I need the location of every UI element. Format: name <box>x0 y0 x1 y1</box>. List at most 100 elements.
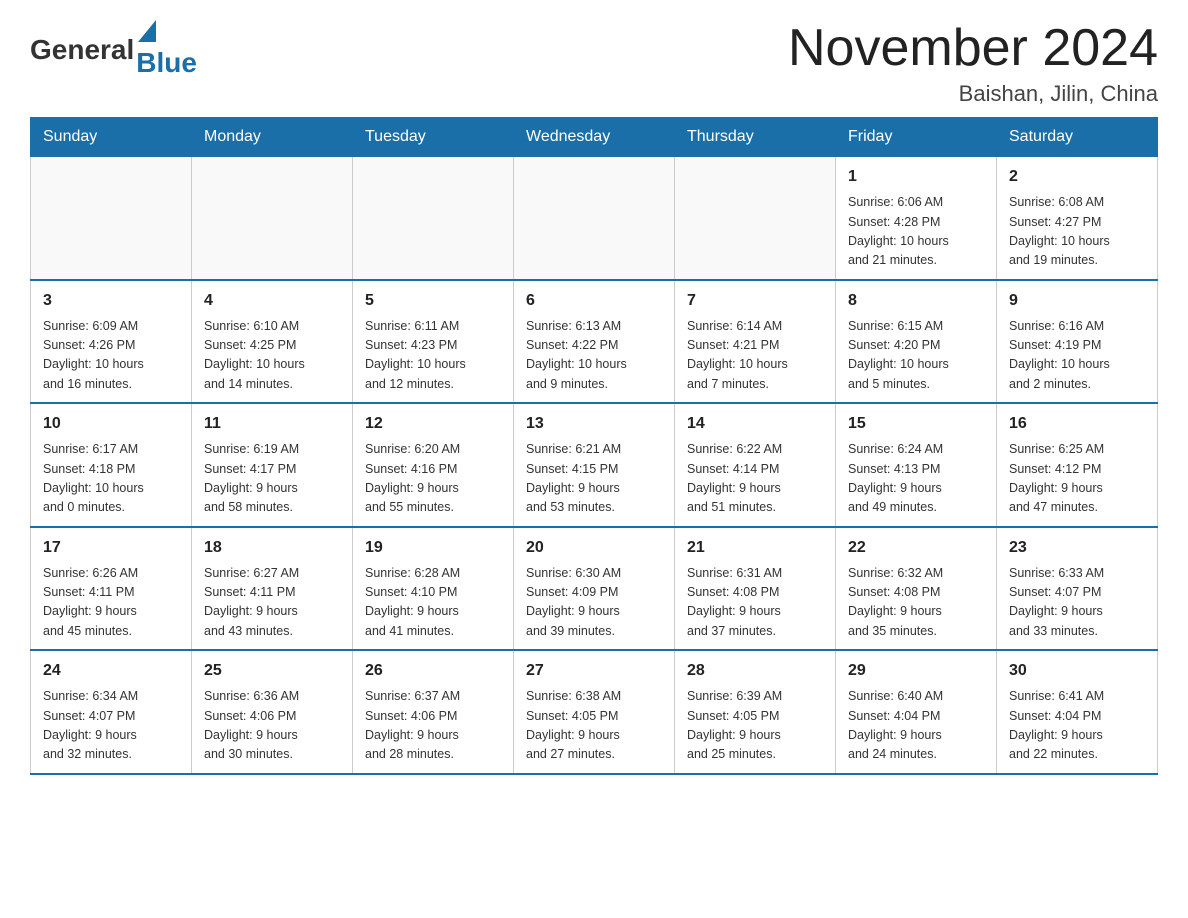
day-number: 3 <box>43 289 179 313</box>
day-number: 20 <box>526 536 662 560</box>
logo-general-text: General <box>30 34 134 66</box>
calendar-week-row: 1 Sunrise: 6:06 AM Sunset: 4:28 PM Daylig… <box>31 157 1158 280</box>
page-header: General Blue November 2024 Baishan, Jili… <box>30 20 1158 107</box>
calendar-body: 1 Sunrise: 6:06 AM Sunset: 4:28 PM Daylig… <box>31 157 1158 774</box>
day-number: 25 <box>204 659 340 683</box>
weekday-header-thursday: Thursday <box>675 118 836 157</box>
calendar-cell: 9 Sunrise: 6:16 AM Sunset: 4:19 PM Daylig… <box>997 280 1158 404</box>
calendar-cell: 5Sunrise: 6:11 AM Sunset: 4:23 PM Daylig… <box>353 280 514 404</box>
calendar-cell: 2Sunrise: 6:08 AM Sunset: 4:27 PM Daylig… <box>997 157 1158 280</box>
day-number: 28 <box>687 659 823 683</box>
calendar-cell: 6 Sunrise: 6:13 AM Sunset: 4:22 PM Daylig… <box>514 280 675 404</box>
calendar-table: SundayMondayTuesdayWednesdayThursdayFrid… <box>30 117 1158 775</box>
calendar-cell: 29 Sunrise: 6:40 AM Sunset: 4:04 PM Dayli… <box>836 650 997 774</box>
day-number: 21 <box>687 536 823 560</box>
calendar-cell: 27 Sunrise: 6:38 AM Sunset: 4:05 PM Dayli… <box>514 650 675 774</box>
day-info: Sunrise: 6:38 AM Sunset: 4:05 PM Dayligh… <box>526 687 662 765</box>
calendar-cell: 14 Sunrise: 6:22 AM Sunset: 4:14 PM Dayli… <box>675 403 836 527</box>
logo: General Blue <box>30 20 197 79</box>
calendar-cell: 19 Sunrise: 6:28 AM Sunset: 4:10 PM Dayli… <box>353 527 514 651</box>
day-info: Sunrise: 6:13 AM Sunset: 4:22 PM Dayligh… <box>526 317 662 395</box>
day-info: Sunrise: 6:09 AM Sunset: 4:26 PM Dayligh… <box>43 317 179 395</box>
calendar-cell: 28 Sunrise: 6:39 AM Sunset: 4:05 PM Dayli… <box>675 650 836 774</box>
weekday-header-row: SundayMondayTuesdayWednesdayThursdayFrid… <box>31 118 1158 157</box>
day-number: 29 <box>848 659 984 683</box>
day-info: Sunrise: 6:34 AM Sunset: 4:07 PM Dayligh… <box>43 687 179 765</box>
calendar-week-row: 10 Sunrise: 6:17 AM Sunset: 4:18 PM Dayli… <box>31 403 1158 527</box>
day-number: 9 <box>1009 289 1145 313</box>
day-info: Sunrise: 6:39 AM Sunset: 4:05 PM Dayligh… <box>687 687 823 765</box>
day-number: 4 <box>204 289 340 313</box>
day-number: 11 <box>204 412 340 436</box>
logo-blue-text: Blue <box>136 47 197 79</box>
day-number: 14 <box>687 412 823 436</box>
day-info: Sunrise: 6:33 AM Sunset: 4:07 PM Dayligh… <box>1009 564 1145 642</box>
day-info: Sunrise: 6:36 AM Sunset: 4:06 PM Dayligh… <box>204 687 340 765</box>
day-info: Sunrise: 6:28 AM Sunset: 4:10 PM Dayligh… <box>365 564 501 642</box>
weekday-header-friday: Friday <box>836 118 997 157</box>
calendar-cell: 12 Sunrise: 6:20 AM Sunset: 4:16 PM Dayli… <box>353 403 514 527</box>
day-number: 24 <box>43 659 179 683</box>
calendar-cell: 13 Sunrise: 6:21 AM Sunset: 4:15 PM Dayli… <box>514 403 675 527</box>
day-number: 5 <box>365 289 501 313</box>
day-number: 30 <box>1009 659 1145 683</box>
calendar-cell: 7Sunrise: 6:14 AM Sunset: 4:21 PM Daylig… <box>675 280 836 404</box>
day-info: Sunrise: 6:06 AM Sunset: 4:28 PM Dayligh… <box>848 193 984 271</box>
day-number: 12 <box>365 412 501 436</box>
day-number: 13 <box>526 412 662 436</box>
day-info: Sunrise: 6:22 AM Sunset: 4:14 PM Dayligh… <box>687 440 823 518</box>
calendar-cell: 21Sunrise: 6:31 AM Sunset: 4:08 PM Dayli… <box>675 527 836 651</box>
calendar-cell <box>192 157 353 280</box>
day-info: Sunrise: 6:16 AM Sunset: 4:19 PM Dayligh… <box>1009 317 1145 395</box>
day-info: Sunrise: 6:17 AM Sunset: 4:18 PM Dayligh… <box>43 440 179 518</box>
calendar-cell: 10 Sunrise: 6:17 AM Sunset: 4:18 PM Dayli… <box>31 403 192 527</box>
calendar-cell: 15 Sunrise: 6:24 AM Sunset: 4:13 PM Dayli… <box>836 403 997 527</box>
logo-blue-part: Blue <box>136 20 197 79</box>
calendar-week-row: 3 Sunrise: 6:09 AM Sunset: 4:26 PM Daylig… <box>31 280 1158 404</box>
day-number: 26 <box>365 659 501 683</box>
title-block: November 2024 Baishan, Jilin, China <box>788 20 1158 107</box>
day-number: 7 <box>687 289 823 313</box>
calendar-cell <box>31 157 192 280</box>
weekday-header-monday: Monday <box>192 118 353 157</box>
day-info: Sunrise: 6:26 AM Sunset: 4:11 PM Dayligh… <box>43 564 179 642</box>
calendar-cell: 18Sunrise: 6:27 AM Sunset: 4:11 PM Dayli… <box>192 527 353 651</box>
weekday-header-sunday: Sunday <box>31 118 192 157</box>
logo-triangle-icon <box>138 20 156 42</box>
day-number: 17 <box>43 536 179 560</box>
calendar-header: SundayMondayTuesdayWednesdayThursdayFrid… <box>31 118 1158 157</box>
day-number: 22 <box>848 536 984 560</box>
day-number: 8 <box>848 289 984 313</box>
calendar-cell: 16Sunrise: 6:25 AM Sunset: 4:12 PM Dayli… <box>997 403 1158 527</box>
day-info: Sunrise: 6:41 AM Sunset: 4:04 PM Dayligh… <box>1009 687 1145 765</box>
calendar-cell: 25 Sunrise: 6:36 AM Sunset: 4:06 PM Dayli… <box>192 650 353 774</box>
day-number: 16 <box>1009 412 1145 436</box>
day-number: 27 <box>526 659 662 683</box>
day-info: Sunrise: 6:30 AM Sunset: 4:09 PM Dayligh… <box>526 564 662 642</box>
day-number: 19 <box>365 536 501 560</box>
calendar-week-row: 17 Sunrise: 6:26 AM Sunset: 4:11 PM Dayli… <box>31 527 1158 651</box>
day-info: Sunrise: 6:40 AM Sunset: 4:04 PM Dayligh… <box>848 687 984 765</box>
day-info: Sunrise: 6:15 AM Sunset: 4:20 PM Dayligh… <box>848 317 984 395</box>
weekday-header-saturday: Saturday <box>997 118 1158 157</box>
day-number: 1 <box>848 165 984 189</box>
day-info: Sunrise: 6:21 AM Sunset: 4:15 PM Dayligh… <box>526 440 662 518</box>
day-info: Sunrise: 6:24 AM Sunset: 4:13 PM Dayligh… <box>848 440 984 518</box>
weekday-header-tuesday: Tuesday <box>353 118 514 157</box>
weekday-header-wednesday: Wednesday <box>514 118 675 157</box>
location-subtitle: Baishan, Jilin, China <box>788 81 1158 107</box>
day-number: 6 <box>526 289 662 313</box>
month-title: November 2024 <box>788 20 1158 77</box>
calendar-cell: 11Sunrise: 6:19 AM Sunset: 4:17 PM Dayli… <box>192 403 353 527</box>
calendar-cell: 8 Sunrise: 6:15 AM Sunset: 4:20 PM Daylig… <box>836 280 997 404</box>
calendar-cell: 30 Sunrise: 6:41 AM Sunset: 4:04 PM Dayli… <box>997 650 1158 774</box>
day-number: 10 <box>43 412 179 436</box>
calendar-cell: 26 Sunrise: 6:37 AM Sunset: 4:06 PM Dayli… <box>353 650 514 774</box>
calendar-week-row: 24 Sunrise: 6:34 AM Sunset: 4:07 PM Dayli… <box>31 650 1158 774</box>
day-number: 15 <box>848 412 984 436</box>
calendar-cell: 4Sunrise: 6:10 AM Sunset: 4:25 PM Daylig… <box>192 280 353 404</box>
calendar-cell: 17 Sunrise: 6:26 AM Sunset: 4:11 PM Dayli… <box>31 527 192 651</box>
day-info: Sunrise: 6:37 AM Sunset: 4:06 PM Dayligh… <box>365 687 501 765</box>
day-info: Sunrise: 6:20 AM Sunset: 4:16 PM Dayligh… <box>365 440 501 518</box>
day-info: Sunrise: 6:27 AM Sunset: 4:11 PM Dayligh… <box>204 564 340 642</box>
